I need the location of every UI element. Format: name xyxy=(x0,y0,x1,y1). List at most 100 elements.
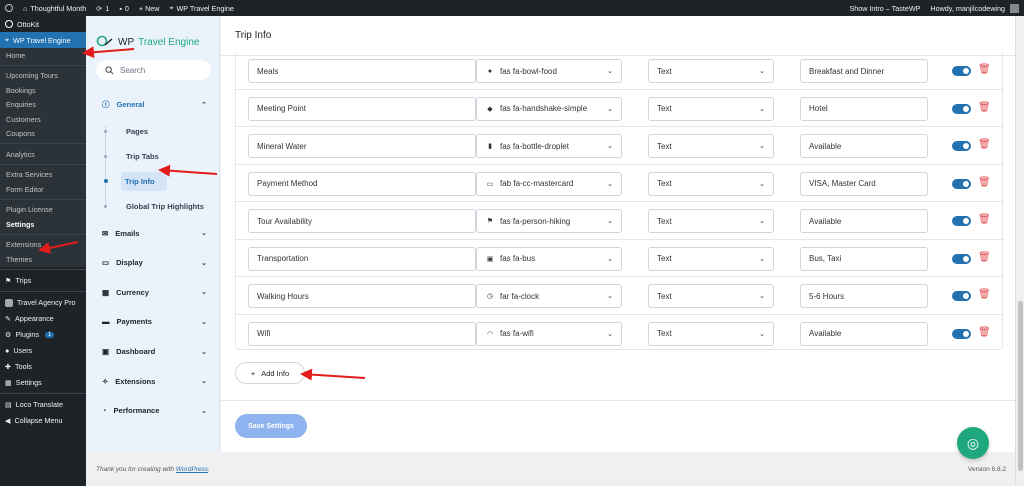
menu-item-settings[interactable]: ▦ Settings xyxy=(0,375,86,391)
trash-icon[interactable]: 🗑 xyxy=(978,102,991,113)
info-value-input[interactable]: 5-6 Hours xyxy=(800,284,928,308)
submenu-home[interactable]: Home xyxy=(0,48,86,63)
info-value-input[interactable]: VISA, Master Card xyxy=(800,171,928,196)
type-select[interactable]: Text ⌄ xyxy=(648,209,774,233)
nav-dashboard[interactable]: ▣ Dashboard ⌄ xyxy=(86,337,219,367)
submenu-settings[interactable]: Settings xyxy=(0,217,86,232)
icon-select[interactable]: ◆ fas fa-handshake-simple ⌄ xyxy=(476,96,622,121)
submenu-analytics[interactable]: Analytics xyxy=(0,147,86,162)
type-select[interactable]: Text ⌄ xyxy=(648,59,774,83)
enable-toggle[interactable] xyxy=(952,328,971,339)
enable-toggle[interactable] xyxy=(952,178,971,189)
submenu-themes[interactable]: Themes xyxy=(0,252,86,267)
trash-icon[interactable]: 🗑 xyxy=(978,289,991,300)
show-intro-link[interactable]: Show Intro – TasteWP xyxy=(844,0,925,16)
enable-toggle[interactable] xyxy=(952,141,971,151)
type-select[interactable]: Text ⌄ xyxy=(648,321,774,346)
menu-item-ottokit[interactable]: OttoKit xyxy=(0,16,86,32)
help-chat-button[interactable]: ◎ xyxy=(957,427,989,459)
info-value-input[interactable]: Breakfast and Dinner xyxy=(800,59,928,83)
settings-search-input[interactable]: Search xyxy=(96,60,211,80)
wp-travel-engine-bar-link[interactable]: ⌖ WP Travel Engine xyxy=(164,0,238,16)
add-info-button[interactable]: + Add Info xyxy=(235,362,305,384)
menu-item-users[interactable]: ● Users xyxy=(0,343,86,359)
menu-item-wp-travel-engine[interactable]: ⌖ WP Travel Engine xyxy=(0,32,86,48)
info-value-input[interactable]: Available xyxy=(800,321,928,346)
enable-toggle[interactable] xyxy=(952,216,971,226)
nav-payments[interactable]: ▬ Payments ⌄ xyxy=(86,307,219,337)
submenu-form-editor[interactable]: Form Editor xyxy=(0,182,86,197)
type-select[interactable]: Text ⌄ xyxy=(648,171,774,196)
submenu-customers[interactable]: Customers xyxy=(0,112,86,127)
wordpress-logo-icon[interactable] xyxy=(0,0,18,16)
icon-select[interactable]: ▣ fas fa-bus ⌄ xyxy=(476,246,622,271)
subnav-trip-tabs[interactable]: Trip Tabs xyxy=(104,144,219,169)
scrollbar-thumb[interactable] xyxy=(1018,301,1023,471)
info-name-input[interactable]: Meals xyxy=(248,59,476,83)
nav-extensions[interactable]: ✧ Extensions ⌄ xyxy=(86,366,219,396)
submenu-bookings[interactable]: Bookings xyxy=(0,83,86,98)
nav-performance[interactable]: ◔ Performance ⌄ xyxy=(86,396,219,426)
submenu-enquiries[interactable]: Enquiries xyxy=(0,98,86,113)
enable-toggle[interactable] xyxy=(952,66,971,76)
info-name-input[interactable]: Transportation xyxy=(248,246,476,271)
nav-display[interactable]: ▭ Display ⌄ xyxy=(86,248,219,278)
subnav-pages[interactable]: Pages xyxy=(104,120,219,145)
subnav-global-trip-highlights[interactable]: Global Trip Highlights xyxy=(104,194,219,219)
type-select[interactable]: Text ⌄ xyxy=(648,246,774,271)
menu-item-tools[interactable]: ✚ Tools xyxy=(0,359,86,375)
enable-toggle[interactable] xyxy=(952,291,971,301)
comments-link[interactable]: ▪ 0 xyxy=(114,0,134,16)
trash-icon[interactable]: 🗑 xyxy=(978,64,991,75)
menu-item-plugins[interactable]: ⚙ Plugins 1 xyxy=(0,327,86,343)
info-name-input[interactable]: Payment Method xyxy=(248,171,476,196)
icon-select[interactable]: ◠ fas fa-wifi ⌄ xyxy=(476,321,622,346)
icon-select[interactable]: ● fas fa-bowl-food ⌄ xyxy=(476,59,622,83)
save-settings-button[interactable]: Save Settings xyxy=(235,414,307,438)
new-content-link[interactable]: + New xyxy=(134,0,165,16)
page-scrollbar[interactable] xyxy=(1015,16,1024,486)
info-value-input[interactable]: Available xyxy=(800,209,928,233)
type-select[interactable]: Text ⌄ xyxy=(648,96,774,121)
updates-link[interactable]: ⟳ 1 xyxy=(91,0,114,16)
trash-icon[interactable]: 🗑 xyxy=(978,177,991,188)
info-name-input[interactable]: Tour Availability xyxy=(248,209,476,233)
trash-icon[interactable]: 🗑 xyxy=(978,327,991,338)
info-name-input[interactable]: Walking Hours xyxy=(248,284,476,308)
icon-select[interactable]: ▮ fas fa-bottle-droplet ⌄ xyxy=(476,134,622,158)
enable-toggle[interactable] xyxy=(952,253,971,264)
info-value-input[interactable]: Bus, Taxi xyxy=(800,246,928,271)
menu-item-trips[interactable]: ⚑ Trips xyxy=(0,273,86,289)
nav-emails[interactable]: ✉ Emails ⌄ xyxy=(86,218,219,248)
info-value-input[interactable]: Available xyxy=(800,134,928,158)
howdy-account-link[interactable]: Howdy, manjilcodewing xyxy=(925,0,1024,16)
icon-select[interactable]: ⚑ fas fa-person-hiking ⌄ xyxy=(476,209,622,233)
menu-item-loco-translate[interactable]: ▤ Loco Translate xyxy=(0,397,86,413)
collapse-menu-button[interactable]: ◀ Collapse Menu xyxy=(0,413,86,429)
icon-select[interactable]: ▭ fab fa-cc-mastercard ⌄ xyxy=(476,171,622,196)
wordpress-link[interactable]: WordPress xyxy=(176,466,208,473)
home-icon: ⌂ xyxy=(23,3,28,13)
submenu-upcoming-tours[interactable]: Upcoming Tours xyxy=(0,69,86,84)
icon-select[interactable]: ◷ far fa-clock ⌄ xyxy=(476,284,622,308)
nav-currency[interactable]: ▦ Currency ⌄ xyxy=(86,278,219,308)
info-name-input[interactable]: Meeting Point xyxy=(248,96,476,121)
info-value-input[interactable]: Hotel xyxy=(800,96,928,121)
menu-item-appearance[interactable]: ✎ Appearance xyxy=(0,311,86,327)
info-name-input[interactable]: Wifi xyxy=(248,321,476,346)
enable-toggle[interactable] xyxy=(952,103,971,114)
menu-item-travel-agency-pro[interactable]: Travel Agency Pro xyxy=(0,295,86,311)
type-select[interactable]: Text ⌄ xyxy=(648,284,774,308)
submenu-extra-services[interactable]: Extra Services xyxy=(0,168,86,183)
site-name-link[interactable]: ⌂ Thoughtful Month xyxy=(18,0,91,16)
nav-general[interactable]: ⓘ General ⌃ xyxy=(86,90,219,120)
trash-icon[interactable]: 🗑 xyxy=(978,214,991,225)
trash-icon[interactable]: 🗑 xyxy=(978,139,991,150)
type-select[interactable]: Text ⌄ xyxy=(648,134,774,158)
submenu-plugin-license[interactable]: Plugin License xyxy=(0,203,86,218)
trash-icon[interactable]: 🗑 xyxy=(978,252,991,263)
subnav-trip-info[interactable]: Trip Info xyxy=(104,169,219,194)
submenu-coupons[interactable]: Coupons xyxy=(0,127,86,142)
info-name-input[interactable]: Mineral Water xyxy=(248,134,476,158)
submenu-extensions[interactable]: Extensions xyxy=(0,238,86,253)
